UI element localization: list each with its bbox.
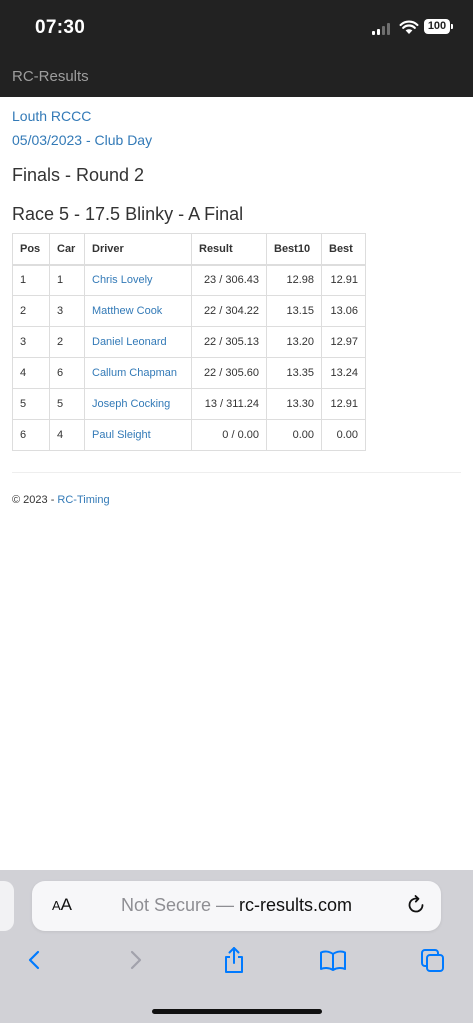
footer-link[interactable]: RC-Timing — [57, 494, 109, 506]
address-bar[interactable]: AA Not Secure — rc-results.com — [32, 881, 441, 931]
cell-best: 12.91 — [321, 264, 366, 296]
club-link[interactable]: Louth RCCC — [12, 108, 91, 124]
cell-car: 3 — [49, 295, 85, 327]
cell-best10: 13.15 — [266, 295, 322, 327]
table-row: 3 2 Daniel Leonard 22 / 305.13 13.20 12.… — [12, 326, 366, 358]
results-table: Pos Car Driver Result Best10 Best 1 1 Ch… — [12, 233, 366, 451]
cell-car: 2 — [49, 326, 85, 358]
not-secure-label: Not Secure — — [120, 895, 240, 915]
cell-best10: 0.00 — [266, 419, 322, 451]
cell-best: 13.06 — [321, 295, 366, 327]
footer-divider — [12, 472, 461, 473]
top-bar: 07:30 100 RC-Results — [0, 0, 473, 97]
cell-car: 6 — [49, 357, 85, 389]
cell-result: 22 / 305.60 — [191, 357, 267, 389]
cell-result: 22 / 305.13 — [191, 326, 267, 358]
wifi-icon — [399, 20, 419, 34]
cell-car: 5 — [49, 388, 85, 420]
header-best: Best — [321, 233, 366, 266]
cell-result: 23 / 306.43 — [191, 264, 267, 296]
cell-best: 12.91 — [321, 388, 366, 420]
forward-icon[interactable] — [120, 946, 150, 974]
battery-icon: 100 — [424, 19, 450, 34]
driver-link[interactable]: Joseph Cocking — [84, 388, 192, 420]
table-row: 5 5 Joseph Cocking 13 / 311.24 13.30 12.… — [12, 388, 366, 420]
header-car: Car — [49, 233, 85, 266]
driver-link[interactable]: Daniel Leonard — [84, 326, 192, 358]
header-pos: Pos — [12, 233, 50, 266]
cellular-signal-icon — [372, 23, 392, 35]
cell-pos: 3 — [12, 326, 50, 358]
home-indicator — [152, 1009, 322, 1014]
cell-pos: 4 — [12, 357, 50, 389]
cell-best10: 13.20 — [266, 326, 322, 358]
driver-link[interactable]: Callum Chapman — [84, 357, 192, 389]
footer-copyright: © 2023 - — [12, 494, 58, 506]
share-icon[interactable] — [219, 946, 249, 974]
round-title: Finals - Round 2 — [12, 165, 145, 185]
header-driver: Driver — [84, 233, 192, 266]
table-row: 4 6 Callum Chapman 22 / 305.60 13.35 13.… — [12, 357, 366, 389]
cell-result: 13 / 311.24 — [191, 388, 267, 420]
back-icon[interactable] — [20, 946, 50, 974]
domain-label: rc-results.com — [239, 895, 353, 915]
table-row: 6 4 Paul Sleight 0 / 0.00 0.00 0.00 — [12, 419, 366, 451]
driver-link[interactable]: Paul Sleight — [84, 419, 192, 451]
cell-result: 0 / 0.00 — [191, 419, 267, 451]
cell-best: 13.24 — [321, 357, 366, 389]
cell-result: 22 / 304.22 — [191, 295, 267, 327]
event-link[interactable]: 05/03/2023 - Club Day — [12, 132, 152, 148]
cell-pos: 1 — [12, 264, 50, 296]
tabs-icon[interactable] — [418, 946, 448, 974]
cell-car: 4 — [49, 419, 85, 451]
header-result: Result — [191, 233, 267, 266]
cell-pos: 2 — [12, 295, 50, 327]
previous-tab-card[interactable] — [0, 881, 14, 931]
cell-best: 12.97 — [321, 326, 366, 358]
driver-link[interactable]: Matthew Cook — [84, 295, 192, 327]
table-row: 1 1 Chris Lovely 23 / 306.43 12.98 12.91 — [12, 264, 366, 296]
bookmarks-icon[interactable] — [318, 946, 348, 974]
table-header-row: Pos Car Driver Result Best10 Best — [12, 233, 366, 266]
navbar-brand[interactable]: RC-Results — [12, 68, 89, 85]
footer: © 2023 - RC-Timing — [12, 494, 110, 506]
cell-best10: 13.30 — [266, 388, 322, 420]
cell-car: 1 — [49, 264, 85, 296]
browser-bottom-bar: AA Not Secure — rc-results.com — [0, 870, 473, 1023]
cell-best10: 12.98 — [266, 264, 322, 296]
driver-link[interactable]: Chris Lovely — [84, 264, 192, 296]
race-title: Race 5 - 17.5 Blinky - A Final — [12, 204, 244, 224]
status-time: 07:30 — [35, 17, 86, 38]
header-best10: Best10 — [266, 233, 322, 266]
table-row: 2 3 Matthew Cook 22 / 304.22 13.15 13.06 — [12, 295, 366, 327]
cell-pos: 5 — [12, 388, 50, 420]
cell-best: 0.00 — [321, 419, 366, 451]
url-display[interactable]: Not Secure — rc-results.com — [32, 895, 441, 916]
battery-nub — [451, 24, 453, 29]
cell-best10: 13.35 — [266, 357, 322, 389]
cell-pos: 6 — [12, 419, 50, 451]
reload-icon[interactable] — [405, 894, 427, 916]
